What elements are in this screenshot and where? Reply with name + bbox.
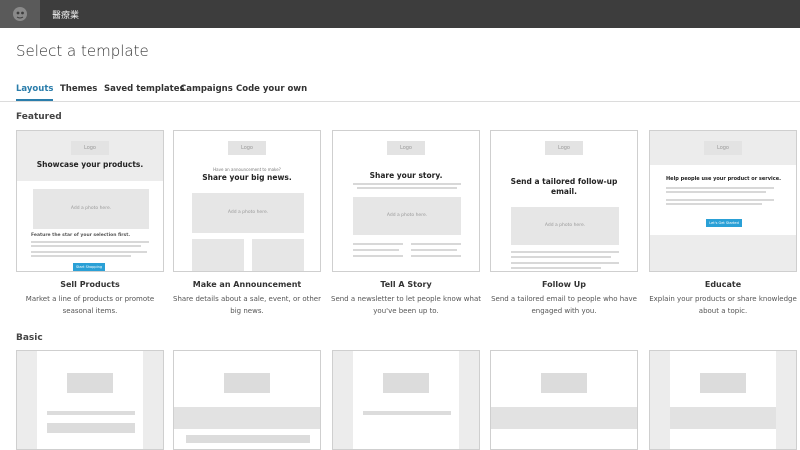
thumb-heading: Send a tailored follow-up email.: [510, 177, 618, 196]
thumb-subheading: Feature the star of your selection first…: [31, 233, 131, 238]
thumb-button: Let's Get Started: [706, 219, 742, 227]
thumb-logo: Logo: [387, 141, 425, 155]
template-description: Send a newsletter to let people know wha…: [331, 295, 481, 315]
template-tabs: Layouts Themes Saved templates Campaigns…: [0, 84, 800, 102]
thumb-photo: Add a photo here.: [192, 193, 304, 233]
thumb-heading: Share your big news.: [202, 173, 292, 182]
app-logo-icon[interactable]: [0, 0, 40, 28]
template-title[interactable]: Sell Products: [10, 280, 170, 289]
template-tell-a-story[interactable]: Logo Share your story. Add a photo here.: [332, 130, 480, 272]
basic-heading: Basic: [16, 333, 43, 343]
template-title[interactable]: Educate: [643, 280, 800, 289]
thumb-logo: Logo: [704, 141, 742, 155]
account-name[interactable]: 醫療業: [52, 8, 79, 21]
page-title: Select a template: [16, 42, 149, 60]
top-bar: 醫療業: [0, 0, 800, 28]
thumb-button: Start Shopping: [73, 263, 105, 271]
basic-template-2[interactable]: [173, 350, 321, 450]
thumb-logo: Logo: [71, 141, 109, 155]
basic-template-4[interactable]: [490, 350, 638, 450]
thumb-photo: Add a photo here.: [511, 207, 619, 245]
thumb-heading: Showcase your products.: [36, 160, 144, 169]
template-description: Market a line of products or promote sea…: [25, 295, 155, 315]
thumb-photo: Add a photo here.: [353, 197, 461, 235]
thumb-heading: Help people use your product or service.: [666, 176, 781, 182]
thumb-photo: Add a photo here.: [33, 189, 149, 229]
tab-themes[interactable]: Themes: [60, 84, 97, 99]
template-sell-products[interactable]: Logo Showcase your products. Add a photo…: [16, 130, 164, 272]
template-title[interactable]: Make an Announcement: [167, 280, 327, 289]
tab-layouts[interactable]: Layouts: [16, 84, 54, 101]
featured-heading: Featured: [16, 112, 62, 122]
template-follow-up[interactable]: Logo Send a tailored follow-up email. Ad…: [490, 130, 638, 272]
basic-template-5[interactable]: [649, 350, 797, 450]
tab-code-your-own[interactable]: Code your own: [236, 84, 307, 99]
template-title[interactable]: Tell A Story: [326, 280, 486, 289]
template-description: Explain your products or share knowledge…: [649, 295, 797, 315]
template-make-an-announcement[interactable]: Logo Have an announcement to make? Share…: [173, 130, 321, 272]
template-description: Send a tailored email to people who have…: [491, 295, 637, 315]
tab-campaigns[interactable]: Campaigns: [180, 84, 233, 99]
thumb-heading: Share your story.: [369, 171, 443, 180]
thumb-logo: Logo: [228, 141, 266, 155]
template-description: Share details about a sale, event, or ot…: [173, 295, 321, 315]
thumb-logo: Logo: [545, 141, 583, 155]
thumb-pre-heading: Have an announcement to make?: [213, 167, 281, 172]
template-educate[interactable]: Logo Help people use your product or ser…: [649, 130, 797, 272]
basic-template-3[interactable]: [332, 350, 480, 450]
template-title[interactable]: Follow Up: [484, 280, 644, 289]
basic-template-1[interactable]: [16, 350, 164, 450]
tab-saved-templates[interactable]: Saved templates: [104, 84, 185, 99]
